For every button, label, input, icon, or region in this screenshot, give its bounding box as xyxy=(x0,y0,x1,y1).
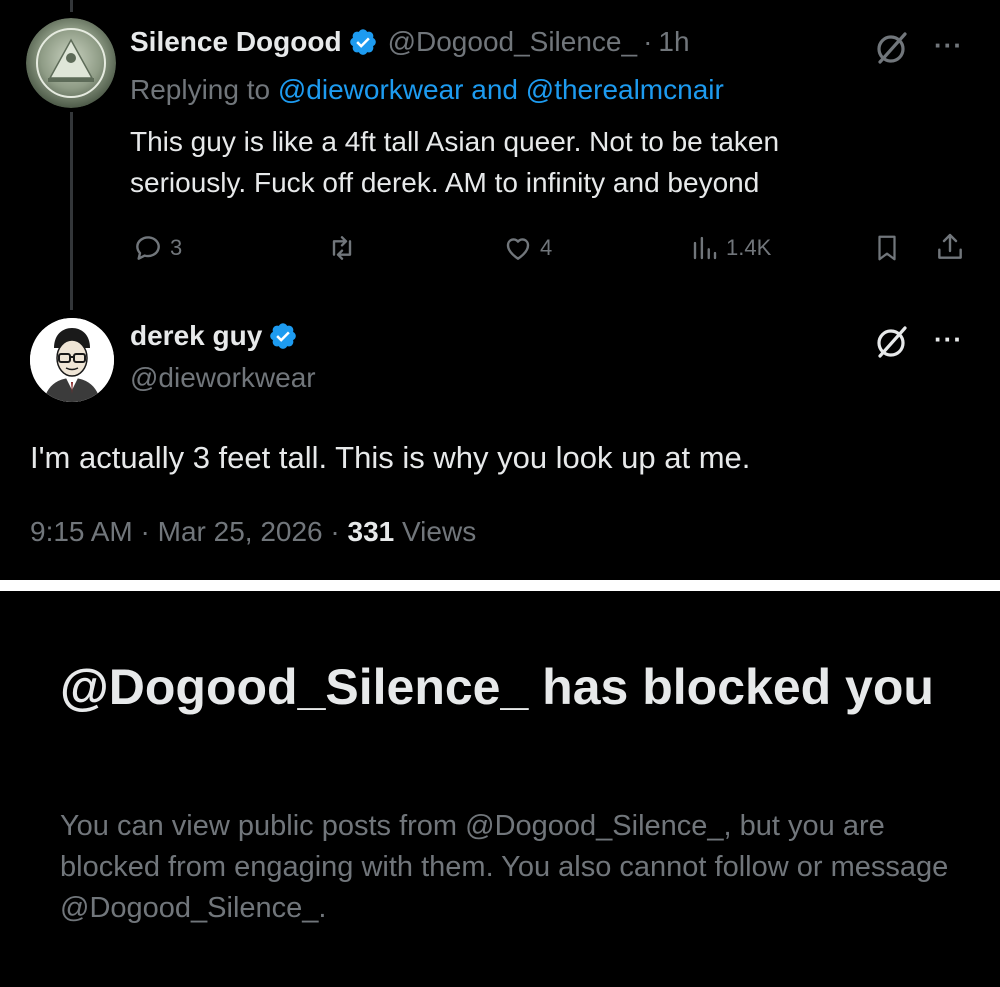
reply-author-handle[interactable]: @Dogood_Silence_ xyxy=(388,26,637,58)
verified-badge-icon xyxy=(349,29,376,55)
more-icon[interactable]: ··· xyxy=(934,30,963,61)
share-icon xyxy=(938,233,962,259)
avatar-silence-dogood[interactable] xyxy=(26,18,116,108)
grok-icon[interactable] xyxy=(872,322,912,362)
retweet-button[interactable] xyxy=(326,232,358,264)
tweet-date[interactable]: Mar 25, 2026 xyxy=(158,516,323,547)
mention-link[interactable]: @dieworkwear xyxy=(278,74,464,105)
reply-icon xyxy=(136,236,160,260)
like-count: 4 xyxy=(540,235,553,260)
reply-count: 3 xyxy=(170,235,183,260)
separator-dot: · xyxy=(643,26,653,57)
main-author-handle[interactable]: @dieworkwear xyxy=(130,362,316,394)
reply-text-line: This guy is like a 4ft tall Asian queer.… xyxy=(130,126,780,157)
separator-dot: · xyxy=(330,516,348,547)
divider xyxy=(0,580,1000,591)
verified-badge-icon xyxy=(270,323,297,349)
conversation-panel: Silence Dogood @Dogood_Silence_ · 1h ···… xyxy=(0,0,1000,580)
share-button[interactable] xyxy=(934,230,966,264)
views-count: 331 xyxy=(347,516,395,547)
replying-to-line: Replying to @dieworkwear and @therealmcn… xyxy=(130,74,724,106)
tweet-time[interactable]: 9:15 AM xyxy=(30,516,133,547)
like-button[interactable]: 4 xyxy=(502,232,552,264)
bookmark-button[interactable] xyxy=(872,232,902,264)
reply-author-name[interactable]: Silence Dogood xyxy=(130,26,342,58)
thread-line-top xyxy=(70,0,73,12)
views-icon xyxy=(693,236,717,260)
like-icon xyxy=(506,238,530,260)
more-icon[interactable]: ··· xyxy=(934,324,963,355)
avatar-derek-guy[interactable] xyxy=(30,318,114,402)
bookmark-icon xyxy=(878,235,896,261)
main-author-row: derek guy xyxy=(130,320,298,352)
thread-line-connector xyxy=(70,112,73,310)
blocked-description: You can view public posts from @Dogood_S… xyxy=(60,810,949,924)
views-label: Views xyxy=(402,516,477,547)
replying-prefix: Replying to xyxy=(130,74,271,105)
mention-and: and xyxy=(471,74,518,105)
reply-author-row: Silence Dogood @Dogood_Silence_ · 1h xyxy=(130,26,690,58)
reply-button[interactable]: 3 xyxy=(132,232,182,264)
separator-dot: · xyxy=(140,516,158,547)
reply-text: This guy is like a 4ft tall Asian queer.… xyxy=(130,121,779,203)
reply-text-line: seriously. Fuck off derek. AM to infinit… xyxy=(130,167,760,198)
reply-time[interactable]: 1h xyxy=(658,26,689,58)
main-author-name[interactable]: derek guy xyxy=(130,320,262,352)
retweet-icon xyxy=(332,236,352,260)
grok-icon[interactable] xyxy=(872,28,912,68)
views-button[interactable]: 1.4K xyxy=(690,232,771,264)
views-count: 1.4K xyxy=(726,235,772,260)
main-handle-row: @dieworkwear xyxy=(130,362,316,394)
mention-link[interactable]: @therealmcnair xyxy=(526,74,724,105)
main-tweet-text: I'm actually 3 feet tall. This is why yo… xyxy=(30,440,751,475)
tweet-meta: 9:15 AM · Mar 25, 2026 · 331 Views xyxy=(30,516,476,548)
blocked-title: @Dogood_Silence_ has blocked you xyxy=(60,659,934,715)
